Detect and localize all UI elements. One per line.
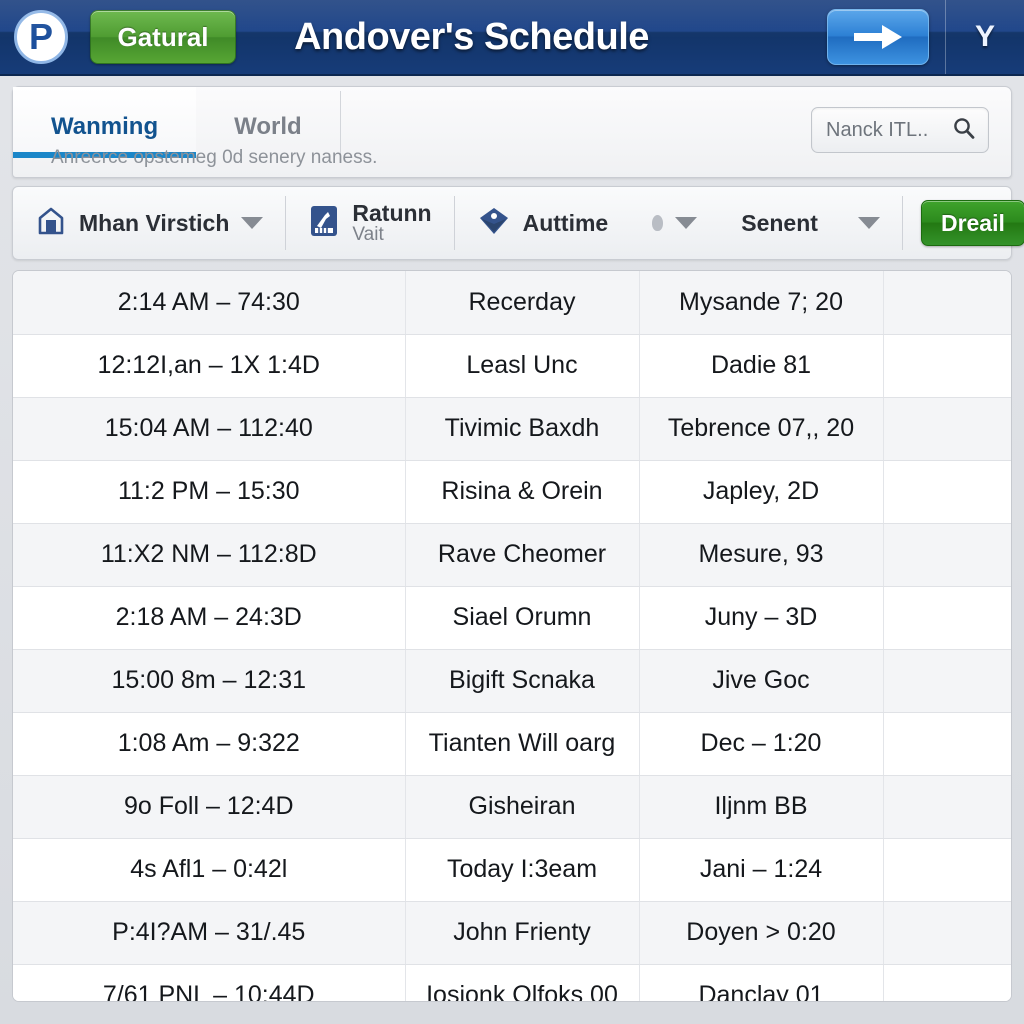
- table-cell: 11:X2 NM – 112:8D: [13, 523, 406, 587]
- account-initial[interactable]: Y: [946, 20, 1024, 54]
- ticket-filter-text: Ratunn Vait: [352, 201, 431, 245]
- search-icon[interactable]: [952, 116, 976, 145]
- panel-subtitle: Anreerce opstemeg 0d senery naness.: [51, 147, 378, 168]
- table-cell: [883, 460, 1011, 524]
- table-cell: Japley, 2D: [639, 460, 884, 524]
- table-cell: 4s Afl1 – 0:42l: [13, 838, 406, 902]
- ticket-card-icon: [308, 204, 340, 243]
- top-bar: P Gatural Andover's Schedule Y: [0, 0, 1024, 76]
- table-row[interactable]: 7/61 PNL – 10:44D Iosionk Olfoks 00 Dancla…: [13, 964, 1011, 1001]
- table-cell: Today I:3eam: [405, 838, 640, 902]
- app-root: P Gatural Andover's Schedule Y Wanming W…: [0, 0, 1024, 1024]
- table-cell: [883, 901, 1011, 965]
- table-cell: Recerday: [405, 271, 640, 335]
- table-row[interactable]: 12:12I,an – 1X 1:4D Leasl Unc Dadie 81: [13, 334, 1011, 398]
- table-cell: John Frienty: [405, 901, 640, 965]
- table-cell: 11:2 PM – 15:30: [13, 460, 406, 524]
- table-cell: 9o Foll – 12:4D: [13, 775, 406, 839]
- table-cell: Risina & Orein: [405, 460, 640, 524]
- chevron-down-icon[interactable]: [675, 217, 698, 229]
- table-cell: 2:18 AM – 24:3D: [13, 586, 406, 650]
- table-cell: [883, 586, 1011, 650]
- table-cell: 15:00 8m – 12:31: [13, 649, 406, 713]
- brand-button[interactable]: Gatural: [90, 10, 236, 64]
- ticket-filter[interactable]: Ratunn Vait: [286, 187, 453, 259]
- table-cell: Mesure, 93: [639, 523, 884, 587]
- schedule-table-container[interactable]: 2:14 AM – 74:30 Recerday Mysande 7; 20 12:1…: [12, 270, 1012, 1002]
- forward-button[interactable]: [827, 9, 929, 65]
- table-cell: Mysande 7; 20: [639, 271, 884, 335]
- table-cell: Juny – 3D: [639, 586, 884, 650]
- table-cell: Iosionk Olfoks 00: [405, 964, 640, 1001]
- table-cell: Siael Orumn: [405, 586, 640, 650]
- table-cell: Jive Goc: [639, 649, 884, 713]
- table-cell: [883, 964, 1011, 1001]
- table-cell: 15:04 AM – 112:40: [13, 397, 406, 461]
- table-cell: Leasl Unc: [405, 334, 640, 398]
- circle-p-logo-icon: P: [14, 10, 68, 64]
- table-row[interactable]: P:4I?AM – 31/.45 John Frienty Doyen > 0:20: [13, 901, 1011, 965]
- time-filter-caret-group[interactable]: [630, 187, 719, 259]
- table-cell: [883, 334, 1011, 398]
- schedule-table: 2:14 AM – 74:30 Recerday Mysande 7; 20 12:1…: [13, 271, 1011, 1001]
- table-cell: Bigift Scnaka: [405, 649, 640, 713]
- ticket-filter-label: Ratunn: [352, 199, 432, 226]
- status-dot-icon: [652, 215, 664, 231]
- schedule-table-body: 2:14 AM – 74:30 Recerday Mysande 7; 20 12:1…: [13, 271, 1011, 1001]
- table-cell: Danclay 01: [639, 964, 884, 1001]
- location-filter[interactable]: Mhan Virstich: [13, 187, 285, 259]
- table-cell: 12:12I,an – 1X 1:4D: [13, 334, 406, 398]
- table-row[interactable]: 9o Foll – 12:4D Gisheiran Iljnm BB: [13, 775, 1011, 839]
- table-row[interactable]: 15:04 AM – 112:40 Tivimic Baxdh Tebrence 0…: [13, 397, 1011, 461]
- table-cell: [883, 838, 1011, 902]
- diamond-icon: [477, 205, 511, 242]
- table-cell: Tivimic Baxdh: [405, 397, 640, 461]
- sort-filter-label: Senent: [741, 209, 818, 236]
- table-cell: Rave Cheomer: [405, 523, 640, 587]
- table-row[interactable]: 15:00 8m – 12:31 Bigift Scnaka Jive Goc: [13, 649, 1011, 713]
- table-cell: [883, 523, 1011, 587]
- table-cell: P:4I?AM – 31/.45: [13, 901, 406, 965]
- table-row[interactable]: 11:2 PM – 15:30 Risina & Orein Japley, 2D: [13, 460, 1011, 524]
- table-cell: Doyen > 0:20: [639, 901, 884, 965]
- sort-filter[interactable]: Senent: [719, 187, 902, 259]
- filter-toolbar: Mhan Virstich Ratunn Vait Auttime Senent…: [12, 186, 1024, 260]
- table-row[interactable]: 2:18 AM – 24:3D Siael Orumn Juny – 3D: [13, 586, 1011, 650]
- table-cell: Dadie 81: [639, 334, 884, 398]
- tabs-panel: Wanming World Anreerce opstemeg 0d sener…: [12, 86, 1012, 178]
- search-input[interactable]: Nanck ITL..: [811, 107, 989, 153]
- table-cell: [883, 712, 1011, 776]
- table-cell: [883, 271, 1011, 335]
- action-button[interactable]: Dreail: [920, 200, 1024, 246]
- chevron-down-icon[interactable]: [857, 217, 880, 229]
- table-row[interactable]: 1:08 Am – 9:322 Tianten Will oarg Dec – 1:…: [13, 712, 1011, 776]
- table-cell: Dec – 1:20: [639, 712, 884, 776]
- table-cell: [883, 775, 1011, 839]
- chevron-down-icon[interactable]: [241, 217, 264, 229]
- table-cell: 7/61 PNL – 10:44D: [13, 964, 406, 1001]
- page-title: Andover's Schedule: [294, 15, 649, 58]
- arrow-right-icon: [852, 22, 904, 52]
- table-cell: Tianten Will oarg: [405, 712, 640, 776]
- table-cell: Iljnm BB: [639, 775, 884, 839]
- table-cell: Jani – 1:24: [639, 838, 884, 902]
- time-filter[interactable]: Auttime: [455, 187, 631, 259]
- toolbar-divider-3: [901, 196, 903, 250]
- time-filter-label: Auttime: [522, 209, 609, 236]
- table-row[interactable]: 2:14 AM – 74:30 Recerday Mysande 7; 20: [13, 271, 1011, 335]
- table-row[interactable]: 11:X2 NM – 112:8D Rave Cheomer Mesure, 93: [13, 523, 1011, 587]
- search-placeholder: Nanck ITL..: [826, 118, 929, 141]
- table-cell: [883, 397, 1011, 461]
- table-cell: 1:08 Am – 9:322: [13, 712, 406, 776]
- table-cell: [883, 649, 1011, 713]
- table-cell: Tebrence 07,, 20: [639, 397, 884, 461]
- table-row[interactable]: 4s Afl1 – 0:42l Today I:3eam Jani – 1:24: [13, 838, 1011, 902]
- table-cell: 2:14 AM – 74:30: [13, 271, 406, 335]
- table-cell: Gisheiran: [405, 775, 640, 839]
- building-icon: [35, 205, 67, 242]
- ticket-filter-sub: Vait: [352, 224, 384, 246]
- location-filter-label: Mhan Virstich: [79, 209, 230, 236]
